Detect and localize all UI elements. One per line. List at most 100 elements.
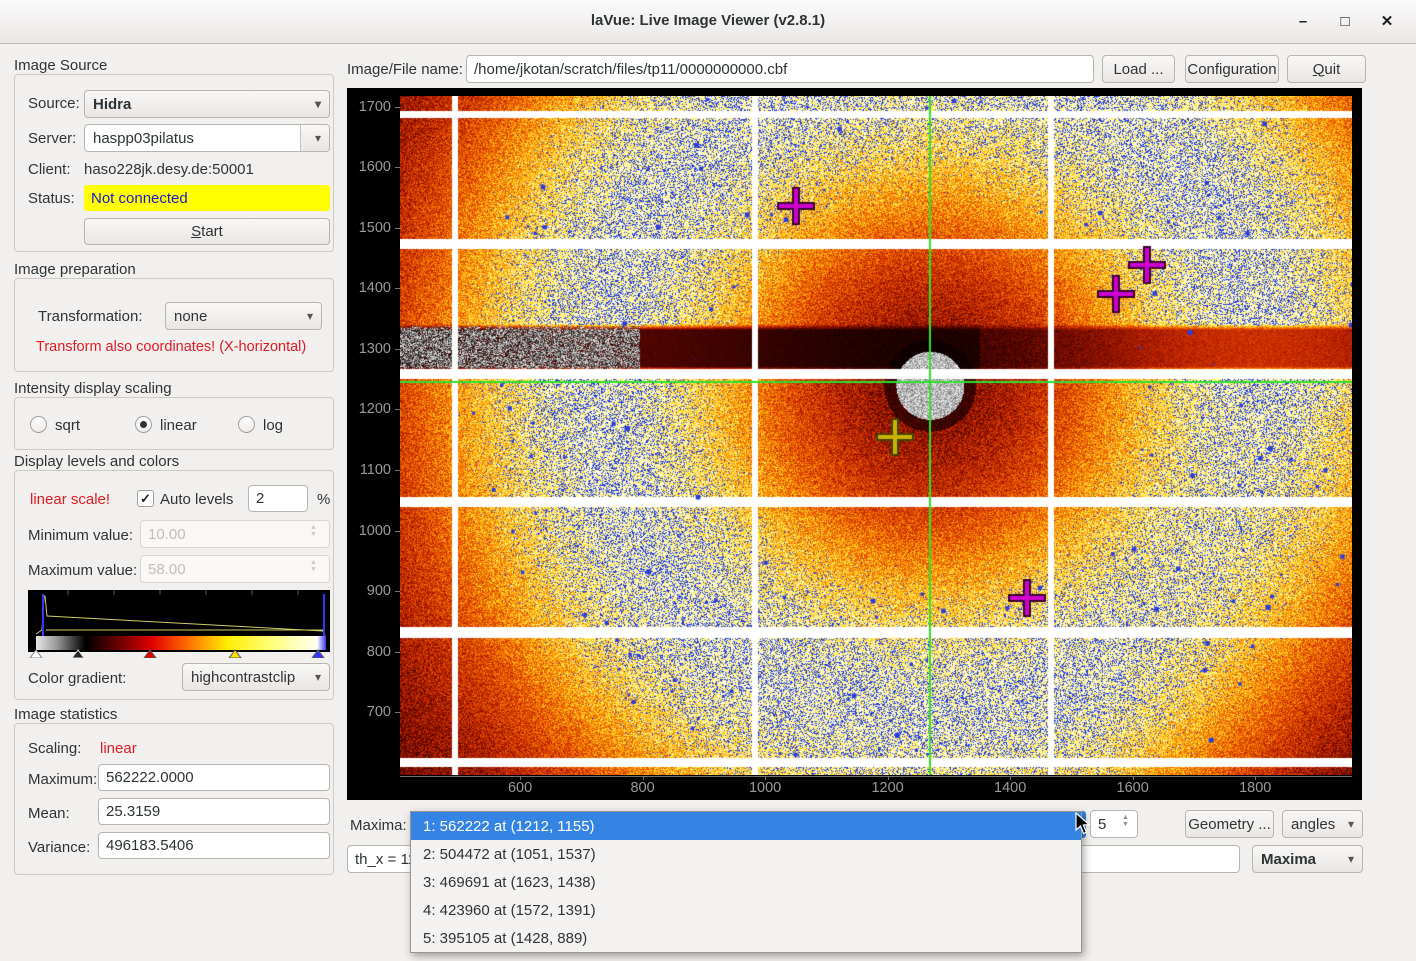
linear-scale-note: linear scale! bbox=[30, 491, 110, 508]
titlebar: laVue: Live Image Viewer (v2.8.1) – □ ✕ bbox=[0, 0, 1416, 44]
intensity-header: Intensity display scaling bbox=[14, 380, 172, 397]
variance-stat-label: Variance: bbox=[28, 839, 90, 856]
x-axis-tick-label: 600 bbox=[508, 780, 532, 796]
mean-stat-input[interactable] bbox=[98, 798, 330, 825]
chevron-down-icon[interactable]: ▾ bbox=[300, 125, 329, 151]
color-gradient-select[interactable]: highcontrastclip ▾ bbox=[182, 663, 330, 691]
transformation-select[interactable]: none ▾ bbox=[165, 302, 322, 330]
file-name-input[interactable] bbox=[466, 55, 1094, 83]
x-axis-tick-label: 1400 bbox=[994, 780, 1026, 796]
scaling-label: Scaling: bbox=[28, 740, 81, 757]
y-axis-tick-label: 1400 bbox=[347, 280, 391, 296]
server-label: Server: bbox=[28, 130, 76, 147]
maxima-count-input[interactable] bbox=[1090, 810, 1138, 838]
auto-levels-checkbox[interactable]: ✓ bbox=[137, 490, 154, 507]
maximum-value-label: Maximum value: bbox=[28, 562, 137, 579]
server-combobox[interactable]: haspp03pilatus ▾ bbox=[84, 124, 330, 152]
close-icon[interactable]: ✕ bbox=[1374, 8, 1400, 34]
maxima-option[interactable]: 3: 469691 at (1623, 1438) bbox=[411, 868, 1081, 896]
geometry-button[interactable]: Geometry ... bbox=[1185, 810, 1274, 838]
client-value: haso228jk.desy.de:50001 bbox=[84, 161, 254, 178]
y-axis-tick-label: 1600 bbox=[347, 159, 391, 175]
status-label: Status: bbox=[28, 190, 75, 207]
display-levels-header: Display levels and colors bbox=[14, 453, 179, 470]
x-axis-tick-label: 1000 bbox=[749, 780, 781, 796]
variance-stat-input[interactable] bbox=[98, 832, 330, 859]
maxima-dropdown-popup: 1: 562222 at (1212, 1155)2: 504472 at (1… bbox=[410, 811, 1082, 953]
percent-sign: % bbox=[317, 491, 330, 508]
y-axis-tick-label: 1500 bbox=[347, 220, 391, 236]
color-gradient-bar bbox=[36, 636, 326, 650]
auto-percent-input[interactable] bbox=[248, 485, 308, 512]
scaling-value: linear bbox=[100, 740, 137, 757]
maximum-value-input bbox=[140, 555, 330, 583]
maximize-icon[interactable]: □ bbox=[1332, 8, 1358, 34]
radio-sqrt[interactable] bbox=[30, 416, 47, 433]
color-gradient-label: Color gradient: bbox=[28, 670, 126, 687]
x-axis-tick-label: 800 bbox=[630, 780, 654, 796]
x-axis-tick-label: 1600 bbox=[1117, 780, 1149, 796]
chevron-down-icon: ▾ bbox=[307, 309, 313, 323]
maxima-option[interactable]: 1: 562222 at (1212, 1155) bbox=[411, 812, 1081, 840]
spin-up-icon: ▲ bbox=[310, 559, 317, 566]
maxima-label: Maxima: bbox=[350, 817, 407, 834]
y-axis-tick-label: 1200 bbox=[347, 401, 391, 417]
configuration-button[interactable]: Configuration bbox=[1185, 55, 1279, 83]
chevron-down-icon: ▾ bbox=[1348, 817, 1354, 831]
chevron-down-icon: ▾ bbox=[315, 670, 321, 684]
source-select[interactable]: Hidra ▾ bbox=[84, 90, 330, 118]
spin-down-icon[interactable]: ▼ bbox=[1122, 821, 1129, 828]
client-label: Client: bbox=[28, 161, 71, 178]
radio-linear[interactable] bbox=[135, 416, 152, 433]
image-source-header: Image Source bbox=[14, 57, 107, 74]
transformation-label: Transformation: bbox=[38, 308, 142, 325]
x-axis-tick-label: 1200 bbox=[871, 780, 903, 796]
check-icon: ✓ bbox=[140, 491, 151, 507]
radio-log[interactable] bbox=[238, 416, 255, 433]
spin-up-icon[interactable]: ▲ bbox=[1122, 814, 1129, 821]
status-badge: Not connected bbox=[84, 185, 330, 211]
x-axis-tick-label: 1800 bbox=[1239, 780, 1271, 796]
chevron-down-icon: ▾ bbox=[1348, 852, 1354, 866]
window-title: laVue: Live Image Viewer (v2.8.1) bbox=[0, 12, 1416, 29]
file-name-label: Image/File name: bbox=[347, 61, 463, 78]
auto-levels-label: Auto levels bbox=[160, 491, 233, 508]
y-axis-tick-label: 1000 bbox=[347, 523, 391, 539]
radio-linear-label: linear bbox=[160, 417, 197, 434]
minimize-icon[interactable]: – bbox=[1290, 8, 1316, 34]
mouse-cursor bbox=[1074, 812, 1092, 836]
y-axis-tick-label: 900 bbox=[347, 583, 391, 599]
detector-image-canvas[interactable] bbox=[400, 96, 1352, 775]
minimum-value-input bbox=[140, 520, 330, 548]
start-button[interactable]: Start bbox=[84, 218, 330, 245]
image-statistics-header: Image statistics bbox=[14, 706, 117, 723]
y-axis-tick-label: 1700 bbox=[347, 99, 391, 115]
quit-button[interactable]: Quit bbox=[1287, 55, 1366, 83]
mean-stat-label: Mean: bbox=[28, 805, 70, 822]
levels-histogram[interactable] bbox=[28, 590, 330, 658]
y-axis-tick-label: 1300 bbox=[347, 341, 391, 357]
maxima-option[interactable]: 2: 504472 at (1051, 1537) bbox=[411, 840, 1081, 868]
radio-sqrt-label: sqrt bbox=[55, 417, 80, 434]
y-axis-tick-label: 1100 bbox=[347, 462, 391, 478]
units-select[interactable]: angles ▾ bbox=[1282, 810, 1363, 838]
detector-image-widget[interactable]: 600 800 1000 1200 1400 1600 1800 1700 1600 1500 14… bbox=[347, 88, 1362, 800]
y-axis-tick-label: 700 bbox=[347, 704, 391, 720]
maximum-stat-input[interactable] bbox=[98, 764, 330, 791]
y-axis-tick-label: 800 bbox=[347, 644, 391, 660]
chevron-down-icon: ▾ bbox=[315, 97, 321, 111]
spin-down-icon: ▼ bbox=[310, 531, 317, 538]
source-label: Source: bbox=[28, 95, 80, 112]
load-button[interactable]: Load ... bbox=[1102, 55, 1175, 83]
spin-up-icon: ▲ bbox=[310, 524, 317, 531]
maxima-option[interactable]: 5: 395105 at (1428, 889) bbox=[411, 924, 1081, 952]
maxima-option[interactable]: 4: 423960 at (1572, 1391) bbox=[411, 896, 1081, 924]
minimum-value-label: Minimum value: bbox=[28, 527, 133, 544]
image-preparation-header: Image preparation bbox=[14, 261, 136, 278]
x-axis-line bbox=[400, 776, 1352, 777]
maximum-stat-label: Maximum: bbox=[28, 771, 97, 788]
transform-warning: Transform also coordinates! (X-horizonta… bbox=[36, 339, 306, 355]
tool-select[interactable]: Maxima ▾ bbox=[1252, 845, 1363, 873]
radio-log-label: log bbox=[263, 417, 283, 434]
spin-down-icon: ▼ bbox=[310, 566, 317, 573]
